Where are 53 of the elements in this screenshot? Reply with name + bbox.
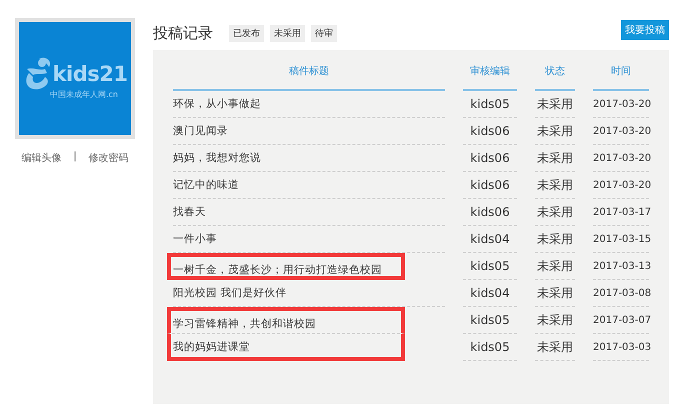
logo-tagline: 中国未成年人网.cn	[50, 89, 118, 100]
title-cell[interactable]: 我的妈妈进课堂	[167, 334, 405, 361]
table-cell: kids05	[463, 253, 517, 280]
table-cell: 2017-03-07	[593, 307, 649, 334]
change-password-link[interactable]: 修改密码	[88, 151, 129, 165]
table-cell: 未采用	[535, 145, 575, 172]
title-cell[interactable]: 记忆中的味道	[173, 172, 445, 199]
table-cell: 2017-03-20	[593, 118, 649, 145]
table-cell: 未采用	[535, 253, 575, 280]
title-cell[interactable]: 学习雷锋精神，共创和谐校园	[167, 307, 405, 334]
table-cell: 2017-03-08	[593, 280, 649, 307]
table-cell: 未采用	[535, 307, 575, 334]
table-cell: 2017-03-15	[593, 226, 649, 253]
title-cell[interactable]: 一树千金，茂盛长沙；用行动打造绿色校园	[167, 253, 405, 280]
table-cell: 未采用	[535, 334, 575, 361]
table-cell: kids06	[463, 199, 517, 226]
page-title: 投稿记录	[153, 24, 213, 42]
column-header: 审核编辑	[463, 64, 517, 91]
table-cell: kids05	[463, 307, 517, 334]
table-cell: 2017-03-20	[593, 145, 649, 172]
title-cell[interactable]: 妈妈，我想对您说	[173, 145, 445, 172]
table-cell: 未采用	[535, 280, 575, 307]
filter-tab[interactable]: 待审	[311, 24, 337, 42]
table-cell: kids06	[463, 145, 517, 172]
title-cell[interactable]: 环保，从小事做起	[173, 91, 445, 118]
title-cell[interactable]: 一件小事	[173, 226, 445, 253]
table-cell: 2017-03-20	[593, 91, 649, 118]
table-cell: kids06	[463, 172, 517, 199]
filter-tab[interactable]: 已发布	[229, 24, 264, 42]
table-cell: kids04	[463, 280, 517, 307]
table-cell: kids05	[463, 91, 517, 118]
table-cell: kids04	[463, 226, 517, 253]
table-cell: kids06	[463, 118, 517, 145]
table-cell: 未采用	[535, 226, 575, 253]
table-cell: 2017-03-17	[593, 199, 649, 226]
title-cell[interactable]: 找春天	[173, 199, 445, 226]
table-cell: 未采用	[535, 91, 575, 118]
table-cell: 2017-03-20	[593, 172, 649, 199]
column-header: 时间	[593, 64, 649, 91]
title-cell[interactable]: 阳光校园 我们是好伙伴	[173, 280, 445, 307]
column-header: 稿件标题	[173, 64, 445, 91]
title-cell[interactable]: 澳门见闻录	[173, 118, 445, 145]
edit-avatar-link[interactable]: 编辑头像	[21, 151, 62, 165]
table-cell: 2017-03-13	[593, 253, 649, 280]
table-cell: 未采用	[535, 118, 575, 145]
table-cell: 未采用	[535, 199, 575, 226]
logo-name: kids21	[52, 62, 128, 86]
table-cell: 未采用	[535, 172, 575, 199]
table-cell: 2017-03-03	[593, 334, 649, 361]
column-header: 状态	[535, 64, 575, 91]
separator: |	[73, 151, 77, 164]
table-cell: kids05	[463, 334, 517, 361]
filter-tab[interactable]: 未采用	[270, 24, 305, 42]
